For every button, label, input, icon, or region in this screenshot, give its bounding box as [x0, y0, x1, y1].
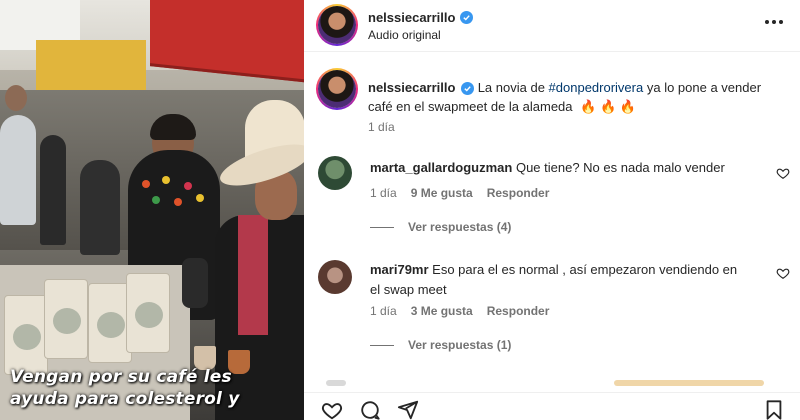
next-comment-preview	[614, 380, 764, 386]
comment-likes[interactable]: 3 Me gusta	[411, 304, 473, 318]
reply-button[interactable]: Responder	[487, 304, 550, 318]
verified-icon	[461, 82, 475, 95]
caption-body: La novia de	[477, 80, 549, 95]
background-people	[0, 85, 120, 255]
post-header: nelssiecarrillo Audio original	[304, 0, 800, 52]
author-username[interactable]: nelssiecarrillo	[368, 10, 455, 25]
replies-divider	[370, 344, 394, 346]
view-replies-button[interactable]: Ver respuestas (4)	[370, 220, 511, 234]
comment-body: el swap meet	[370, 282, 447, 297]
caption-timestamp[interactable]: 1 día	[368, 120, 395, 134]
heart-icon[interactable]	[776, 266, 790, 280]
post-video[interactable]: Vengan por su café les ayuda para colest…	[0, 0, 304, 420]
caption-line: ayuda para colesterol y	[10, 389, 240, 409]
post-details-panel: nelssiecarrillo Audio original nelssieca…	[304, 0, 800, 420]
thermos	[182, 258, 208, 308]
comment-time[interactable]: 1 día	[370, 186, 397, 200]
comment-text: mari79mr Eso para el es normal , así emp…	[370, 260, 770, 300]
comment-meta: 1 día 9 Me gusta Responder	[370, 186, 549, 200]
replies-divider	[370, 226, 394, 228]
fire-emoji: 🔥 🔥 🔥	[580, 99, 636, 114]
caption-username[interactable]: nelssiecarrillo	[368, 80, 455, 95]
video-caption: Vengan por su café les ayuda para colest…	[10, 366, 304, 410]
author-avatar[interactable]	[316, 4, 358, 46]
hashtag-link[interactable]: #donpedrorivera	[549, 80, 644, 95]
caption-line: Vengan por su café les	[10, 367, 232, 387]
verified-icon	[460, 11, 474, 24]
post-action-bar	[304, 392, 800, 420]
comment-body: Eso para el es normal , así empezaron ve…	[432, 262, 738, 277]
share-icon[interactable]	[396, 399, 420, 420]
more-options-icon[interactable]	[762, 14, 786, 30]
man-shirt	[238, 215, 268, 335]
comment-body: Que tiene? No es nada malo vender	[515, 160, 725, 175]
commenter-avatar[interactable]	[318, 260, 352, 294]
commenter-username[interactable]: marta_gallardoguzman	[370, 160, 512, 175]
view-replies-button[interactable]: Ver respuestas (1)	[370, 338, 511, 352]
comment-text: marta_gallardoguzman Que tiene? No es na…	[370, 158, 770, 178]
bookmark-icon[interactable]	[762, 399, 786, 420]
heart-icon[interactable]	[320, 399, 344, 420]
caption-text: nelssiecarrillo La novia de #donpedroriv…	[368, 78, 778, 116]
view-replies-label: Ver respuestas (4)	[408, 220, 512, 234]
next-comment-avatar	[326, 380, 346, 386]
comment-likes[interactable]: 9 Me gusta	[411, 186, 473, 200]
comment-meta: 1 día 3 Me gusta Responder	[370, 304, 549, 318]
comment-time[interactable]: 1 día	[370, 304, 397, 318]
caption-avatar[interactable]	[316, 68, 358, 110]
audio-label[interactable]: Audio original	[368, 28, 441, 42]
reply-button[interactable]: Responder	[487, 186, 550, 200]
heart-icon[interactable]	[776, 166, 790, 180]
commenter-username[interactable]: mari79mr	[370, 262, 429, 277]
comment-icon[interactable]	[358, 399, 382, 420]
red-tarp	[150, 0, 304, 84]
commenter-avatar[interactable]	[318, 156, 352, 190]
view-replies-label: Ver respuestas (1)	[408, 338, 512, 352]
